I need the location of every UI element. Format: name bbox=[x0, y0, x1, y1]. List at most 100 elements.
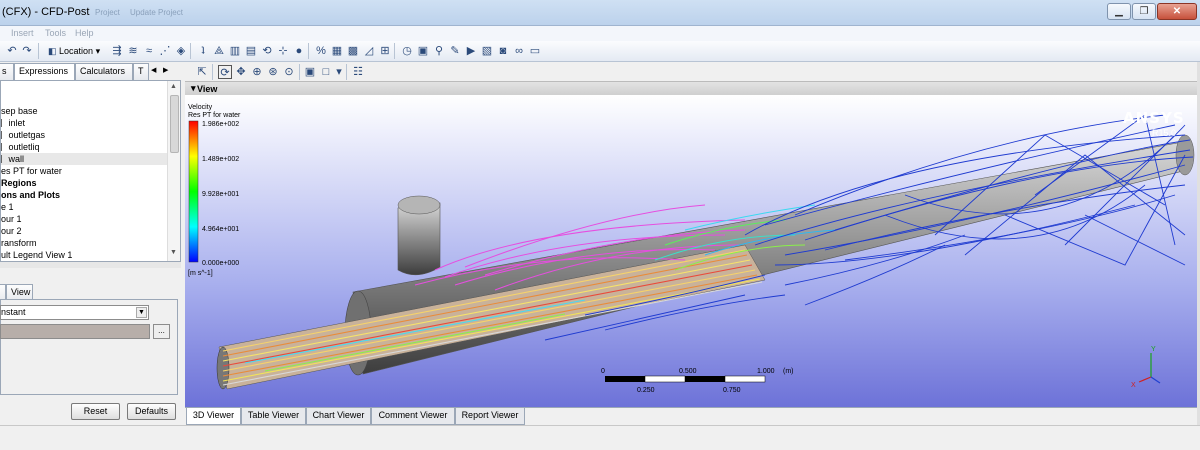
fit-view-icon[interactable]: ▣ bbox=[303, 65, 317, 79]
color-map-icon[interactable]: ▥ bbox=[228, 44, 242, 58]
zoom-fit-icon[interactable]: ⊙ bbox=[282, 65, 296, 79]
material-icon[interactable]: ● bbox=[292, 44, 306, 58]
instance-transform-icon[interactable]: ⟲ bbox=[260, 44, 274, 58]
volume-rendering-icon[interactable]: ◈ bbox=[174, 44, 188, 58]
legend-icon[interactable]: ▤ bbox=[244, 44, 258, 58]
tab-scroll-right-icon[interactable]: ▶ bbox=[163, 66, 168, 74]
tree-item-label: sep base bbox=[1, 106, 38, 116]
ghost-update-project-label: Update Project bbox=[130, 8, 183, 17]
tree-item-outletgas[interactable]: outletgas bbox=[1, 129, 45, 141]
tree-item-plane-1[interactable]: e 1 bbox=[1, 201, 14, 213]
tree-item-label: outletgas bbox=[8, 130, 46, 140]
tab-chart-viewer[interactable]: Chart Viewer bbox=[306, 408, 371, 425]
pane-splitter[interactable] bbox=[0, 262, 181, 268]
view-area: ⇱ ⟳ ✥ ⊕ ⊛ ⊙ ▣ □ ▾ ☷ View 1 ▾ bbox=[185, 62, 1197, 425]
menu-insert[interactable]: Insert bbox=[11, 28, 34, 38]
tab-comment-viewer[interactable]: Comment Viewer bbox=[371, 408, 455, 425]
calculator-icon[interactable]: ⊞ bbox=[378, 44, 392, 58]
tree-item-wall[interactable]: wall bbox=[1, 153, 167, 165]
toolbar-separator bbox=[212, 64, 213, 80]
value-field[interactable] bbox=[0, 324, 150, 339]
legend-unit: [m s^-1] bbox=[188, 270, 213, 277]
expression-icon[interactable]: ▦ bbox=[330, 44, 344, 58]
menu-help[interactable]: Help bbox=[75, 28, 94, 38]
coordinate-frame-icon[interactable]: ⊹ bbox=[276, 44, 290, 58]
minimize-button[interactable]: ▁ bbox=[1107, 3, 1131, 20]
tree-item-user-locations[interactable]: ons and Plots bbox=[1, 189, 60, 201]
camera-icon[interactable]: ◙ bbox=[496, 44, 510, 58]
check-icon bbox=[1, 143, 6, 151]
report-icon[interactable]: ▧ bbox=[480, 44, 494, 58]
tree-item-contour-2[interactable]: our 2 bbox=[1, 225, 22, 237]
maximize-button[interactable]: ❐ bbox=[1132, 3, 1156, 20]
outline-tree: sep base inlet outletgas outletliq wall … bbox=[0, 80, 181, 262]
legend-subtitle: Res PT for water bbox=[188, 112, 241, 119]
tab-scroll-left-icon[interactable]: ◀ bbox=[151, 66, 156, 74]
tree-item-contour-1[interactable]: our 1 bbox=[1, 213, 22, 225]
streamline-icon[interactable]: ≈ bbox=[142, 44, 156, 58]
tab-expressions[interactable]: Expressions bbox=[14, 63, 75, 80]
link-icon[interactable]: ∞ bbox=[512, 44, 526, 58]
tree-item-outletliq[interactable]: outletliq bbox=[1, 141, 40, 153]
legend-tick-5: 0.000e+000 bbox=[202, 260, 239, 267]
tab-calculators[interactable]: Calculators bbox=[75, 63, 133, 80]
tab-report-viewer[interactable]: Report Viewer bbox=[455, 408, 525, 425]
tab-table-viewer[interactable]: Table Viewer bbox=[241, 408, 306, 425]
vector-icon[interactable]: ⇶ bbox=[110, 44, 124, 58]
animation-icon[interactable]: ▶ bbox=[464, 44, 478, 58]
chart-icon[interactable]: ◿ bbox=[362, 44, 376, 58]
contour-icon[interactable]: ≋ bbox=[126, 44, 140, 58]
redo-icon[interactable]: ↷ bbox=[20, 44, 34, 58]
tree-item-sep-base[interactable]: sep base bbox=[1, 105, 38, 117]
viewport-layout-icon[interactable]: □ bbox=[319, 65, 333, 79]
scale-label-1-0: 1.000 bbox=[757, 368, 775, 375]
close-button[interactable]: ✕ bbox=[1157, 3, 1197, 20]
location-dropdown[interactable]: ◧ Location ▾ bbox=[44, 43, 104, 60]
zoom-box-icon[interactable]: ⊛ bbox=[266, 65, 280, 79]
show-hide-icon[interactable]: ☷ bbox=[351, 65, 365, 79]
undo-icon[interactable]: ↶ bbox=[5, 44, 19, 58]
clock-icon[interactable]: ◷ bbox=[400, 44, 414, 58]
frame-icon[interactable]: ▣ bbox=[416, 44, 430, 58]
axis-y-label: Y bbox=[1151, 346, 1156, 353]
probe-icon[interactable]: ⚲ bbox=[432, 44, 446, 58]
chevron-down-icon[interactable]: ▾ bbox=[332, 65, 346, 79]
left-pane: s Expressions Calculators T ◀ ▶ sep base… bbox=[0, 62, 181, 425]
tree-scrollbar[interactable]: ▲ ▼ bbox=[167, 81, 180, 261]
zoom-icon[interactable]: ⊕ bbox=[250, 65, 264, 79]
mode-select[interactable]: nstant ▼ bbox=[0, 305, 149, 320]
tree-item-res-pt-water[interactable]: es PT for water bbox=[1, 165, 62, 177]
tree-item-default-legend[interactable]: ult Legend View 1 bbox=[1, 249, 72, 261]
tree-item-inlet[interactable]: inlet bbox=[1, 117, 25, 129]
chevron-down-icon[interactable]: ▼ bbox=[136, 307, 147, 318]
scroll-thumb[interactable] bbox=[170, 95, 179, 153]
select-icon[interactable]: ⇱ bbox=[195, 65, 209, 79]
browse-button[interactable]: ... bbox=[153, 324, 170, 339]
pan-icon[interactable]: ✥ bbox=[234, 65, 248, 79]
scroll-down-icon[interactable]: ▼ bbox=[170, 249, 177, 256]
status-bar bbox=[0, 425, 1200, 450]
tree-item-transform[interactable]: ransform bbox=[1, 237, 37, 249]
clip-plane-icon[interactable]: ⟁ bbox=[212, 44, 226, 58]
particle-track-icon[interactable]: ⋰ bbox=[158, 44, 172, 58]
tab-turbo[interactable]: T bbox=[133, 63, 149, 80]
menu-tools[interactable]: Tools bbox=[45, 28, 66, 38]
rotate-icon[interactable]: ⟳ bbox=[218, 65, 232, 79]
text-icon[interactable]: ʇ bbox=[196, 44, 210, 58]
tab-3d-viewer[interactable]: 3D Viewer bbox=[186, 408, 241, 425]
3d-viewport[interactable]: Velocity Res PT for water 1.986e+002 1.4… bbox=[185, 95, 1197, 407]
tab-outline[interactable]: s bbox=[0, 63, 14, 80]
tree-item-regions[interactable]: Regions bbox=[1, 177, 37, 189]
quick-edit-icon[interactable]: ✎ bbox=[448, 44, 462, 58]
reset-button[interactable]: Reset bbox=[71, 403, 120, 420]
viewer-toolbar: ⇱ ⟳ ✥ ⊕ ⊛ ⊙ ▣ □ ▾ ☷ bbox=[185, 62, 1197, 81]
defaults-button[interactable]: Defaults bbox=[127, 403, 176, 420]
tree-item-label: outletliq bbox=[8, 142, 40, 152]
table-icon[interactable]: ▩ bbox=[346, 44, 360, 58]
view-header[interactable]: View 1 ▾ bbox=[185, 81, 1197, 104]
tree-item-label: Regions bbox=[1, 178, 37, 188]
variable-icon[interactable]: % bbox=[314, 44, 328, 58]
check-icon bbox=[1, 119, 6, 127]
command-editor-icon[interactable]: ▭ bbox=[528, 44, 542, 58]
scroll-up-icon[interactable]: ▲ bbox=[170, 83, 177, 90]
